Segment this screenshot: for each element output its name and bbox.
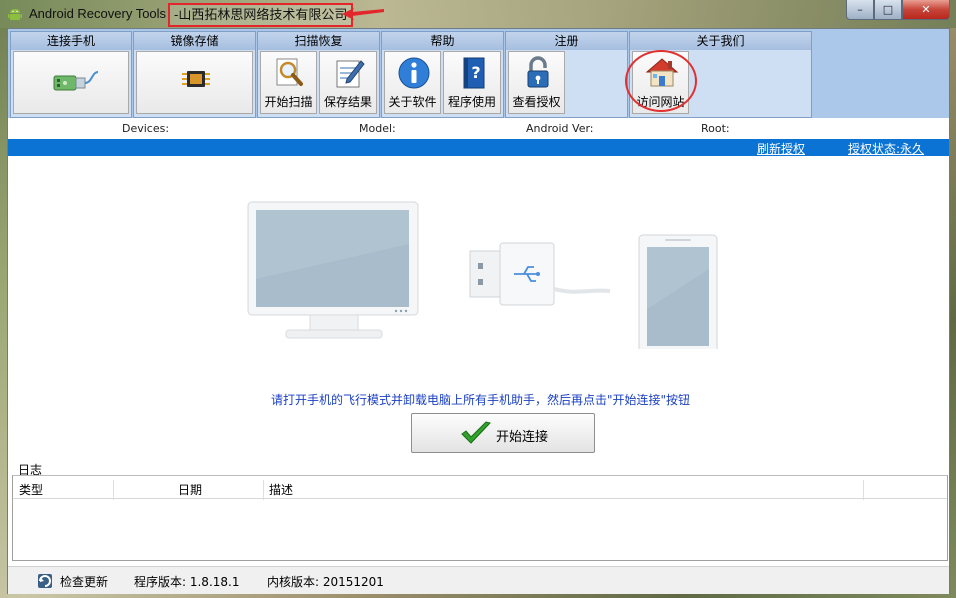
group-title: 扫描恢复 — [258, 32, 379, 50]
minimize-button[interactable]: – — [846, 0, 874, 20]
chip-icon — [182, 71, 210, 87]
title-bar: Android Recovery Tools -山西拓林思网络技术有限公司 – … — [0, 0, 956, 28]
devices-label: Devices: — [122, 122, 170, 135]
svg-text:?: ? — [471, 63, 480, 82]
log-table[interactable]: 类型 日期 描述 — [12, 475, 948, 561]
android-version-label: Android Ver: — [526, 122, 594, 135]
log-header: 类型 日期 描述 — [13, 478, 947, 500]
monitor-icon — [247, 201, 419, 339]
annotation-circle — [625, 50, 697, 112]
save-result-button[interactable]: 保存结果 — [319, 51, 377, 114]
program-version: 程序版本: 1.8.18.1 — [134, 575, 240, 589]
close-button[interactable]: ✕ — [902, 0, 950, 20]
info-icon — [398, 57, 430, 89]
program-usage-button[interactable]: ? 程序使用 — [443, 51, 501, 114]
column-type[interactable]: 类型 — [19, 481, 43, 498]
window-controls: – □ ✕ — [846, 0, 950, 20]
start-scan-button[interactable]: 开始扫描 — [260, 51, 317, 114]
help-book-icon: ? — [463, 57, 485, 89]
magnifier-icon — [276, 58, 303, 86]
company-name: -山西拓林思网络技术有限公司 — [168, 3, 354, 27]
connect-phone-button[interactable] — [13, 51, 129, 114]
column-date[interactable]: 日期 — [178, 481, 202, 498]
instruction-text: 请打开手机的飞行模式并卸载电脑上所有手机助手，然后再点击"开始连接"按钮 — [271, 393, 691, 407]
about-software-button[interactable]: 关于软件 — [384, 51, 441, 114]
image-storage-button[interactable] — [136, 51, 253, 114]
column-separator — [113, 480, 114, 500]
connection-illustration — [247, 201, 718, 349]
group-title: 镜像存储 — [134, 32, 255, 50]
view-license-label: 查看授权 — [512, 95, 561, 109]
status-bar: 检查更新 程序版本: 1.8.18.1 内核版本: 20151201 — [8, 566, 949, 594]
group-register: 注册 查看授权 — [505, 31, 628, 118]
annotation-arrow-icon — [342, 8, 384, 20]
program-usage-label: 程序使用 — [447, 95, 496, 109]
group-scan-recover: 扫描恢复 开始扫描 保存结果 — [257, 31, 380, 118]
about-software-label: 关于软件 — [388, 95, 437, 109]
model-label: Model: — [359, 122, 396, 135]
view-license-button[interactable]: 查看授权 — [508, 51, 565, 114]
group-image-storage: 镜像存储 — [133, 31, 256, 118]
maximize-button[interactable]: □ — [874, 0, 902, 20]
core-version: 内核版本: 20151201 — [267, 575, 384, 589]
start-scan-label: 开始扫描 — [264, 95, 313, 109]
window-title: Android Recovery Tools — [29, 6, 167, 21]
group-help: 帮助 关于软件 ? 程序使用 — [381, 31, 504, 118]
save-document-icon — [336, 60, 365, 88]
group-title: 帮助 — [382, 32, 503, 50]
start-connect-label: 开始连接 — [496, 430, 549, 445]
usb-plug-icon — [469, 242, 611, 306]
license-bar: 刷新授权 授权状态:永久 — [8, 139, 949, 156]
padlock-icon — [527, 56, 549, 88]
check-update-link[interactable]: 检查更新 — [60, 573, 108, 590]
smartphone-icon — [638, 234, 718, 349]
refresh-license-link[interactable]: 刷新授权 — [757, 140, 805, 157]
column-separator — [863, 480, 864, 500]
start-connect-button[interactable]: 开始连接 — [411, 413, 595, 453]
ribbon-toolbar: 连接手机 镜像存储 扫描恢复 开始扫描 保存结果 帮助 关于软件 ? 程序使用 … — [8, 29, 949, 118]
group-connect-phone: 连接手机 — [10, 31, 132, 118]
group-title: 关于我们 — [630, 32, 811, 50]
app-client-area: 连接手机 镜像存储 扫描恢复 开始扫描 保存结果 帮助 关于软件 ? 程序使用 … — [7, 28, 950, 594]
update-icon — [38, 574, 52, 588]
save-result-label: 保存结果 — [323, 95, 372, 109]
device-info-row: Devices: Model: Android Ver: Root: — [8, 118, 949, 140]
column-description[interactable]: 描述 — [269, 481, 293, 498]
usb-connect-icon — [53, 71, 99, 91]
root-label: Root: — [701, 122, 730, 135]
license-status-link[interactable]: 授权状态:永久 — [848, 140, 924, 157]
android-icon — [8, 9, 22, 20]
checkmark-icon — [461, 421, 491, 444]
group-title: 注册 — [506, 32, 627, 50]
group-title: 连接手机 — [11, 32, 131, 50]
column-separator — [263, 480, 264, 500]
